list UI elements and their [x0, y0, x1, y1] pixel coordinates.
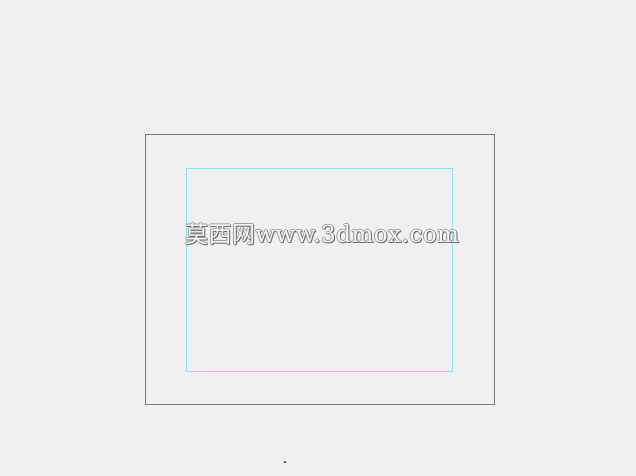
safe-frame [186, 168, 453, 372]
pivot-dot [284, 461, 286, 463]
watermark-text: 莫西网www.3dmox.com [185, 222, 460, 248]
viewport-canvas[interactable]: 莫西网www.3dmox.com [0, 0, 636, 476]
